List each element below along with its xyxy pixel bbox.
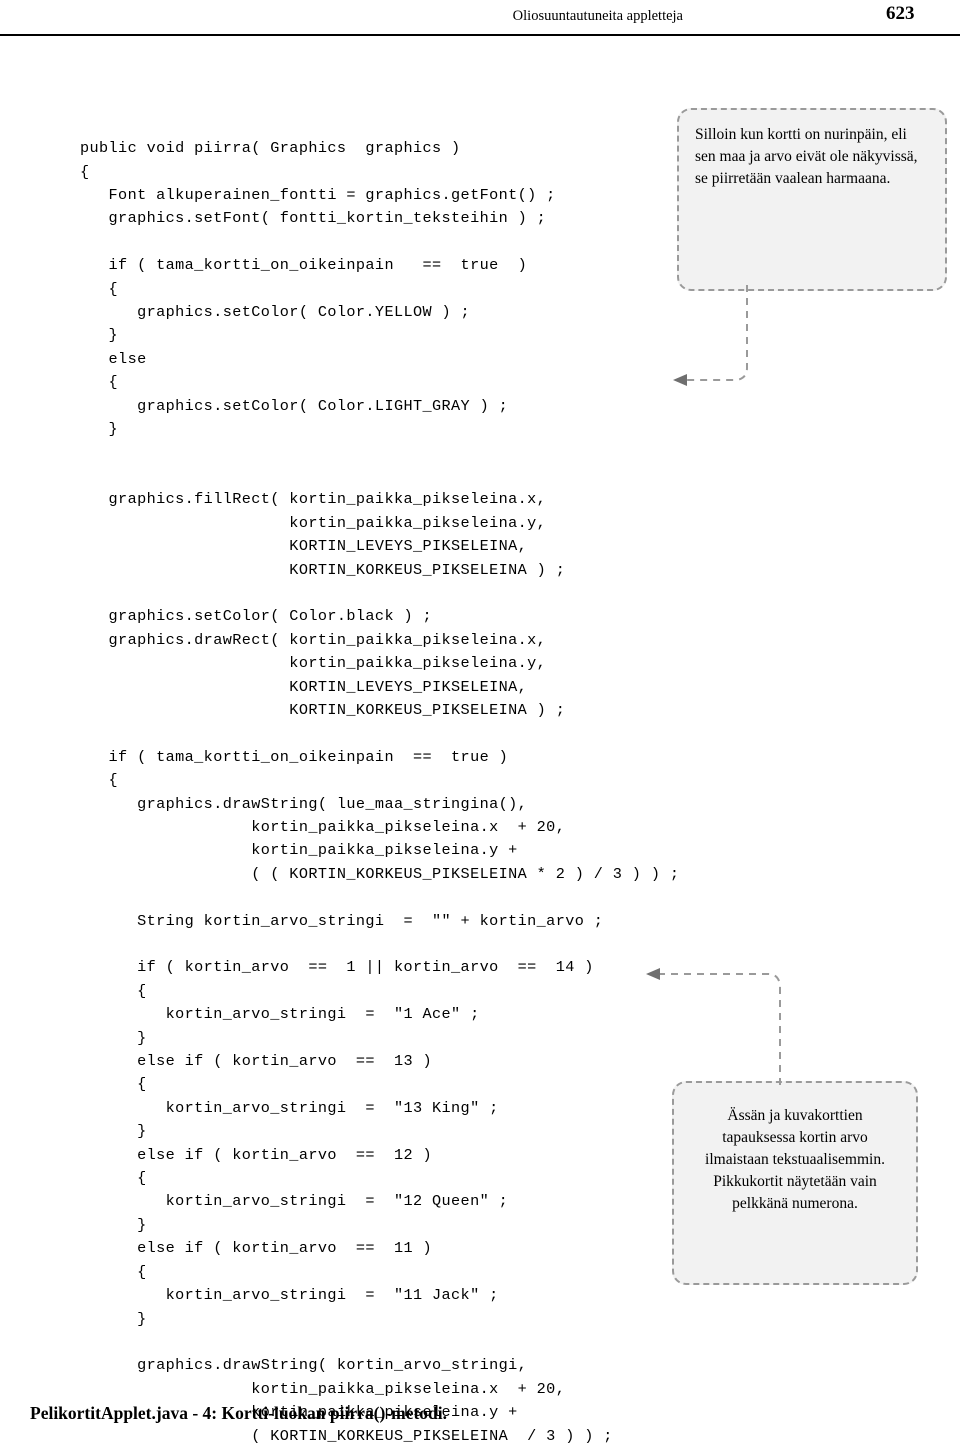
callout-card-orientation: Silloin kun kortti on nurinpäin, eli sen… — [677, 108, 947, 291]
page-header: Oliosuuntautuneita appletteja 623 — [0, 0, 960, 58]
page-number: 623 — [886, 3, 915, 24]
figure-caption: PelikortitApplet.java - 4: Kortti-luokan… — [30, 1403, 448, 1423]
header-divider — [0, 34, 960, 36]
page-header-title: Oliosuuntautuneita appletteja — [512, 8, 683, 24]
callout-face-cards: Ässän ja kuvakorttien tapauksessa kortin… — [672, 1081, 918, 1285]
callout-face-cards-text: Ässän ja kuvakorttien tapauksessa kortin… — [705, 1107, 885, 1212]
callout-card-orientation-leader-line — [673, 285, 748, 386]
callout-face-cards-leader-line — [646, 968, 781, 1088]
callout-card-orientation-text: Silloin kun kortti on nurinpäin, eli sen… — [695, 126, 918, 187]
